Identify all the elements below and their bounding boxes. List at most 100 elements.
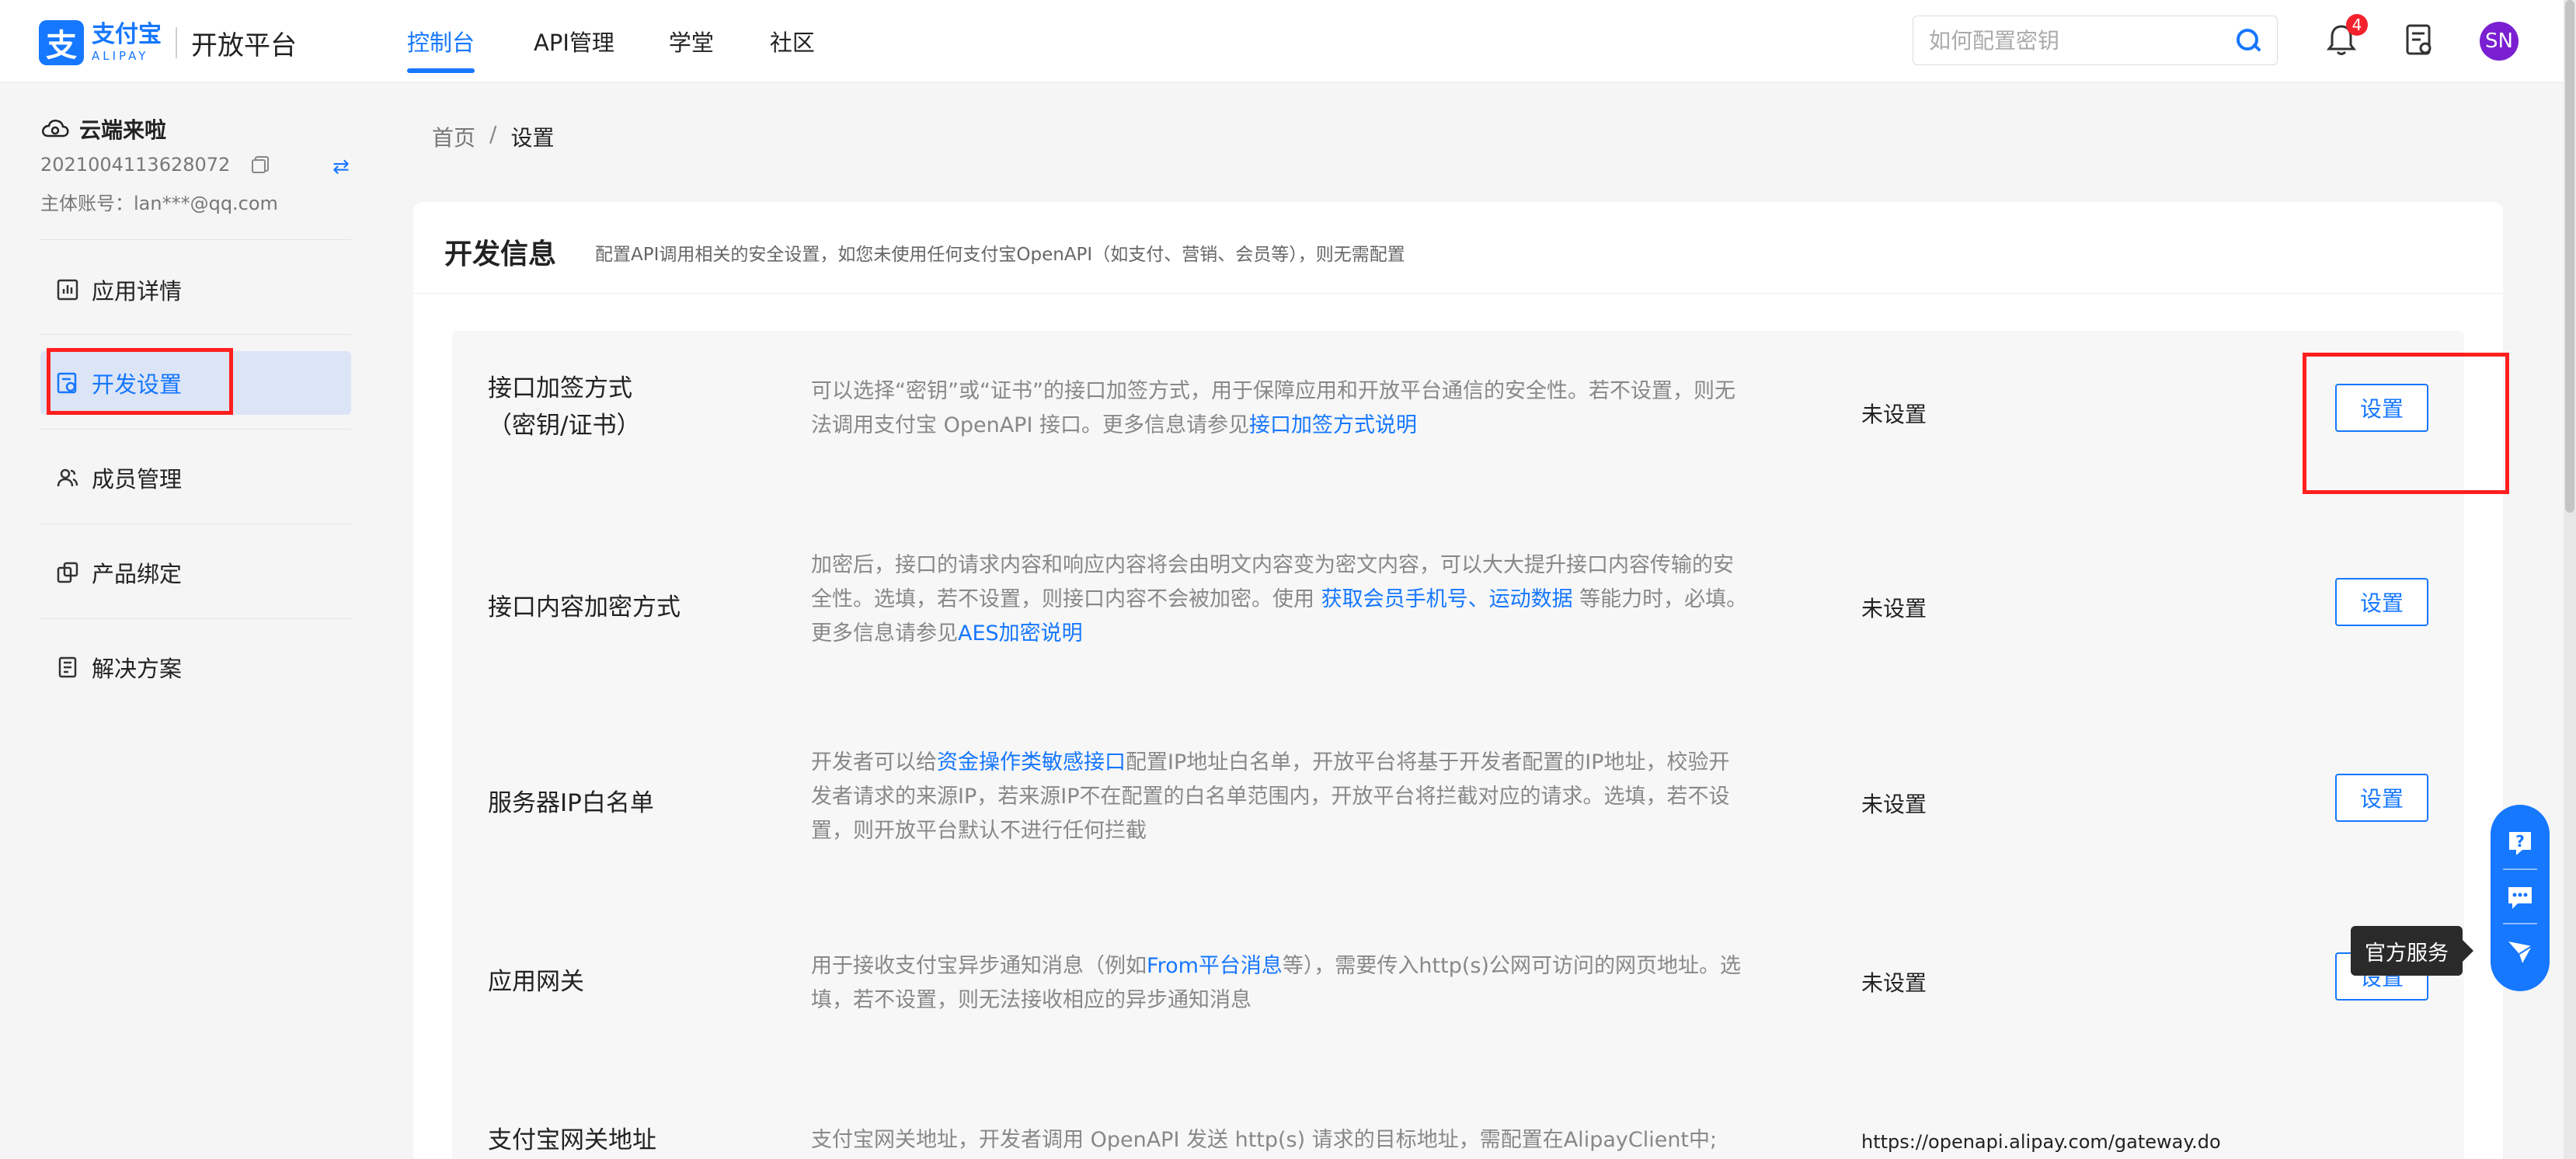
row-description: 加密后，接口的请求内容和响应内容将会由明文内容变为密文内容，可以大大提升接口内容… (811, 548, 1774, 651)
sidebar-item-members[interactable]: 成员管理 (40, 446, 351, 510)
row-desc-text: 更多信息请参见 (811, 621, 958, 646)
row-desc-text: 全性。选填，若不设置，则接口内容不会被加密。使用 (811, 587, 1321, 611)
set-ip-whitelist-button[interactable]: 设置 (2335, 774, 2428, 822)
avatar[interactable]: SN (2480, 22, 2519, 61)
float-service-panel: ? (2491, 805, 2550, 991)
settings-row-alipay-gateway: 支付宝网关地址 支付宝网关地址，开发者调用 OpenAPI 发送 http(s)… (452, 1069, 2464, 1159)
sidebar-item-label: 解决方案 (92, 656, 183, 682)
settings-row-encryption: 接口内容加密方式 加密后，接口的请求内容和响应内容将会由明文内容变为密文内容，可… (452, 510, 2464, 704)
set-encryption-button[interactable]: 设置 (2335, 578, 2428, 626)
sidebar: 云端来啦 2021004113628072 ⇄ 主体账号：lan***@qq.c… (0, 82, 388, 1159)
sidebar-item-label: 产品绑定 (92, 561, 183, 587)
row-label-line: （密钥/证书） (488, 412, 641, 440)
sidebar-item-app-details[interactable]: 应用详情 (40, 258, 351, 322)
link-icon (56, 561, 79, 584)
app-name-row: 云端来啦 (40, 113, 166, 144)
row-label: 接口内容加密方式 (488, 593, 681, 621)
service-icon[interactable] (2505, 937, 2535, 966)
settings-list: 接口加签方式 （密钥/证书） 可以选择“密钥”或“证书”的接口加签方式，用于保障… (452, 331, 2464, 1159)
row-status: 未设置 (1861, 402, 1927, 427)
float-divider (2503, 923, 2537, 924)
row-description: 支付宝网关地址，开发者调用 OpenAPI 发送 http(s) 请求的目标地址… (811, 1128, 1718, 1152)
settings-row-ip-whitelist: 服务器IP白名单 开发者可以给资金操作类敏感接口配置IP地址白名单，开放平台将基… (452, 704, 2464, 898)
chart-icon (56, 278, 79, 301)
sidebar-item-label: 成员管理 (92, 466, 183, 492)
app-name: 云端来啦 (79, 117, 167, 143)
sidebar-divider (40, 618, 351, 619)
row-desc-line: 加密后，接口的请求内容和响应内容将会由明文内容变为密文内容，可以大大提升接口内容… (811, 553, 1734, 577)
sidebar-item-solutions[interactable]: 解决方案 (40, 635, 351, 699)
main-account: 主体账号：lan***@qq.com (40, 193, 278, 214)
row-label: 支付宝网关地址 (488, 1126, 656, 1154)
row-label: 服务器IP白名单 (488, 789, 654, 817)
nav-api-management[interactable]: API管理 (534, 0, 614, 82)
settings-row-signing: 接口加签方式 （密钥/证书） 可以选择“密钥”或“证书”的接口加签方式，用于保障… (452, 331, 2464, 510)
row-status: 未设置 (1861, 596, 1927, 621)
sidebar-divider (40, 239, 351, 240)
chat-icon[interactable] (2505, 882, 2535, 912)
row-description: 开发者可以给资金操作类敏感接口配置IP地址白名单，开放平台将基于开发者配置的IP… (811, 746, 1774, 848)
row-label: 接口加签方式 （密钥/证书） (488, 370, 640, 444)
alipay-logo-icon: 支 (39, 20, 84, 65)
top-navigation-bar: 支 支付宝 ALIPAY 开放平台 控制台 API管理 学堂 社区 4 SN (0, 0, 2576, 82)
signing-doc-link[interactable]: 接口加签方式说明 (1249, 413, 1417, 437)
main-nav: 控制台 API管理 学堂 社区 (407, 0, 815, 82)
breadcrumb-current: 设置 (510, 125, 555, 151)
sensitive-api-link[interactable]: 资金操作类敏感接口 (937, 750, 1126, 774)
row-desc-line: 发者请求的来源IP，若来源IP不在配置的白名单范围内，开放平台将拦截对应的请求。… (811, 785, 1730, 809)
row-label-line: 接口加签方式 (488, 374, 632, 402)
sidebar-item-label: 应用详情 (92, 278, 183, 305)
logo-divider (176, 27, 177, 58)
solution-icon (56, 656, 79, 679)
row-description: 用于接收支付宝异步通知消息（例如From平台消息等），需要传入http(s)公网… (811, 949, 1774, 1018)
card-description: 配置API调用相关的安全设置，如您未使用任何支付宝OpenAPI（如支付、营销、… (595, 245, 1405, 265)
row-desc-text: 开发者可以给 (811, 750, 937, 774)
switch-app-icon[interactable]: ⇄ (332, 155, 350, 179)
breadcrumb-home[interactable]: 首页 (432, 121, 475, 152)
breadcrumb-separator: / (489, 121, 497, 147)
svg-text:?: ? (2515, 832, 2525, 851)
search-icon[interactable] (2235, 27, 2261, 54)
row-desc-text: 配置IP地址白名单，开放平台将基于开发者配置的IP地址，校验开 (1126, 750, 1730, 774)
settings-row-gateway: 应用网关 用于接收支付宝异步通知消息（例如From平台消息等），需要传入http… (452, 898, 2464, 1069)
row-desc-line: 填，若不设置，则无法接收相应的异步通知消息 (811, 988, 1251, 1012)
row-desc-text: 等），需要传入http(s)公网可访问的网页地址。选 (1282, 954, 1741, 978)
sidebar-item-product-binding[interactable]: 产品绑定 (40, 541, 351, 604)
row-status: 未设置 (1861, 792, 1927, 817)
card-title: 开发信息 (444, 238, 557, 270)
row-desc-line: 可以选择“密钥”或“证书”的接口加签方式，用于保障应用和开放平台通信的安全性。若… (811, 379, 1735, 403)
highlight-box-sidebar (47, 348, 233, 415)
help-icon[interactable]: ? (2505, 828, 2535, 858)
members-icon (56, 466, 79, 489)
cloud-icon (40, 117, 70, 141)
platform-message-link[interactable]: From平台消息 (1147, 954, 1283, 978)
link-separator: 、 (1467, 587, 1489, 611)
search-input[interactable] (1929, 27, 2235, 54)
logo-en: ALIPAY (92, 49, 149, 63)
alipay-gateway-url: https://openapi.alipay.com/gateway.do (1861, 1131, 2221, 1153)
member-phone-link[interactable]: 获取会员手机号 (1321, 587, 1468, 611)
logo-cn: 支付宝 (92, 21, 162, 48)
sidebar-divider (40, 334, 351, 335)
nav-community[interactable]: 社区 (770, 0, 815, 82)
scrollbar-thumb[interactable] (2565, 0, 2574, 513)
official-service-tooltip: 官方服务 (2351, 926, 2473, 976)
row-description: 可以选择“密钥”或“证书”的接口加签方式，用于保障应用和开放平台通信的安全性。若… (811, 374, 1774, 443)
row-desc-line: 置，则开放平台默认不进行任何拦截 (811, 819, 1147, 843)
app-id-row: 2021004113628072 (40, 154, 270, 176)
alipay-logo[interactable]: 支 支付宝 ALIPAY 开放平台 (39, 20, 297, 65)
breadcrumb: 首页 / 设置 (432, 121, 554, 152)
row-label: 应用网关 (488, 968, 584, 996)
copy-icon[interactable] (250, 155, 270, 175)
row-status: 未设置 (1861, 970, 1927, 996)
sidebar-divider (40, 429, 351, 430)
app-id: 2021004113628072 (40, 154, 231, 176)
sports-data-link[interactable]: 运动数据 (1489, 587, 1573, 611)
notification-badge: 4 (2346, 14, 2368, 36)
document-icon[interactable] (2404, 23, 2435, 57)
nav-console[interactable]: 控制台 (407, 0, 475, 82)
aes-doc-link[interactable]: AES加密说明 (958, 621, 1083, 646)
nav-academy[interactable]: 学堂 (669, 0, 714, 82)
search-box (1913, 16, 2278, 65)
card-header: 开发信息 配置API调用相关的安全设置，如您未使用任何支付宝OpenAPI（如支… (413, 202, 2503, 294)
